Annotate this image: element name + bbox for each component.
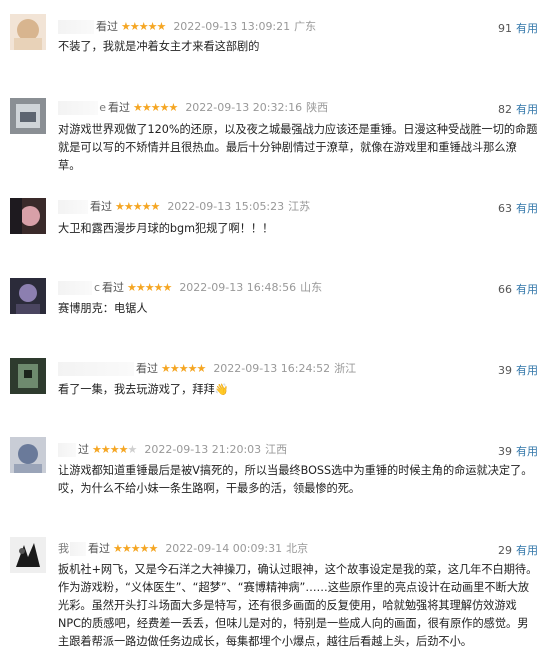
username[interactable] [58, 20, 94, 34]
vote-count: 29 [498, 544, 512, 557]
useful-button[interactable]: 有用 [516, 364, 538, 377]
watched-label: 看过 [136, 362, 158, 375]
comment-text: 不装了，我就是冲着女主才来看这部剧的 [58, 40, 260, 53]
username[interactable] [58, 200, 88, 214]
useful-button[interactable]: 有用 [516, 445, 538, 458]
watched-label: 看过 [102, 281, 124, 294]
avatar-image [10, 98, 46, 134]
comment-time: 2022-09-14 00:09:31 [165, 542, 283, 555]
vote-count: 63 [498, 202, 512, 215]
vote-count: 39 [498, 364, 512, 377]
comment-text: 扳机社+网飞，又是今石洋之大神操刀，确认过眼神，这个故事设定是我的菜，这几年不白… [58, 563, 538, 648]
comment-location: 江西 [265, 443, 288, 456]
vote-area: 66 有用 [498, 281, 538, 297]
rating-stars: ★★★★★ [113, 542, 158, 555]
review-meta: e 看过 ★★★★★ 2022-09-13 20:32:16 陕西 [58, 101, 328, 115]
review-meta: 我 看过 ★★★★★ 2022-09-14 00:09:31 北京 [58, 542, 308, 556]
review-meta: 过 ★★★★★ 2022-09-13 21:20:03 江西 [58, 443, 287, 457]
watched-label: 过 [78, 443, 89, 456]
comment-time: 2022-09-13 13:09:21 [173, 20, 291, 33]
vote-count: 66 [498, 283, 512, 296]
rating-stars: ★★★★★ [121, 20, 166, 33]
avatar-image [10, 358, 46, 394]
username[interactable]: c [58, 281, 100, 295]
comment-time: 2022-09-13 15:05:23 [167, 200, 285, 213]
useful-button[interactable]: 有用 [516, 283, 538, 296]
review-list: 看过 ★★★★★ 2022-09-13 13:09:21 广东 91 有用 不装了，我就… [0, 0, 550, 649]
vote-area: 63 有用 [498, 200, 538, 216]
comment-location: 江苏 [288, 200, 311, 213]
comment-text: 赛博朋克：电锯人 [58, 302, 148, 315]
username[interactable]: 我 [58, 542, 86, 556]
avatar-image [10, 14, 46, 50]
vote-area: 91 有用 [498, 20, 538, 36]
comment-time: 2022-09-13 20:32:16 [185, 101, 303, 114]
vote-area: 39 有用 [498, 443, 538, 459]
rating-stars: ★★★★★ [127, 281, 172, 294]
useful-button[interactable]: 有用 [516, 22, 538, 35]
rating-stars: ★★★★★ [115, 200, 160, 213]
useful-button[interactable]: 有用 [516, 103, 538, 116]
comment-text: 大卫和露西漫步月球的bgm犯规了啊！！！ [58, 222, 274, 235]
rating-stars: ★★★★★ [92, 443, 137, 456]
review-meta: 看过 ★★★★★ 2022-09-13 13:09:21 广东 [58, 20, 316, 34]
avatar-image [10, 198, 46, 234]
watched-label: 看过 [90, 200, 112, 213]
user-avatar[interactable] [10, 537, 46, 573]
comment-time: 2022-09-13 21:20:03 [144, 443, 262, 456]
comment-time: 2022-09-13 16:48:56 [179, 281, 297, 294]
comment-text: 让游戏都知道重锤最后是被V搞死的，所以当最终BOSS选中为重锤的时候主角的命运就… [58, 464, 533, 495]
review-meta: 看过 ★★★★★ 2022-09-13 15:05:23 江苏 [58, 200, 310, 214]
user-avatar[interactable] [10, 98, 46, 134]
avatar-image [10, 278, 46, 314]
vote-area: 29 有用 [498, 542, 538, 558]
vote-area: 82 有用 [498, 101, 538, 117]
comment-location: 北京 [286, 542, 309, 555]
useful-button[interactable]: 有用 [516, 202, 538, 215]
rating-stars: ★★★★★ [133, 101, 178, 114]
vote-count: 91 [498, 22, 512, 35]
comment-location: 陕西 [306, 101, 329, 114]
comment-text: 看了一集，我去玩游戏了，拜拜👋 [58, 383, 229, 396]
user-avatar[interactable] [10, 14, 46, 50]
user-avatar[interactable] [10, 358, 46, 394]
vote-area: 39 有用 [498, 362, 538, 378]
comment-text: 对游戏世界观做了120%的还原，以及夜之城最强战力应该还是重锤。日漫这种受战胜一… [58, 123, 538, 172]
review-meta: c 看过 ★★★★★ 2022-09-13 16:48:56 山东 [58, 281, 322, 295]
watched-label: 看过 [88, 542, 110, 555]
username[interactable] [58, 443, 76, 457]
avatar-image [10, 437, 46, 473]
review-meta: 看过 ★★★★★ 2022-09-13 16:24:52 浙江 [58, 362, 356, 376]
comment-location: 浙江 [334, 362, 357, 375]
user-avatar[interactable] [10, 278, 46, 314]
user-avatar[interactable] [10, 198, 46, 234]
useful-button[interactable]: 有用 [516, 544, 538, 557]
comment-time: 2022-09-13 16:24:52 [213, 362, 331, 375]
vote-count: 82 [498, 103, 512, 116]
rating-stars: ★★★★★ [161, 362, 206, 375]
watched-label: 看过 [108, 101, 130, 114]
username[interactable]: e [58, 101, 106, 115]
comment-location: 广东 [294, 20, 317, 33]
user-avatar[interactable] [10, 437, 46, 473]
comment-location: 山东 [300, 281, 323, 294]
vote-count: 39 [498, 445, 512, 458]
username[interactable] [58, 362, 134, 376]
watched-label: 看过 [96, 20, 118, 33]
avatar-image [10, 537, 46, 573]
